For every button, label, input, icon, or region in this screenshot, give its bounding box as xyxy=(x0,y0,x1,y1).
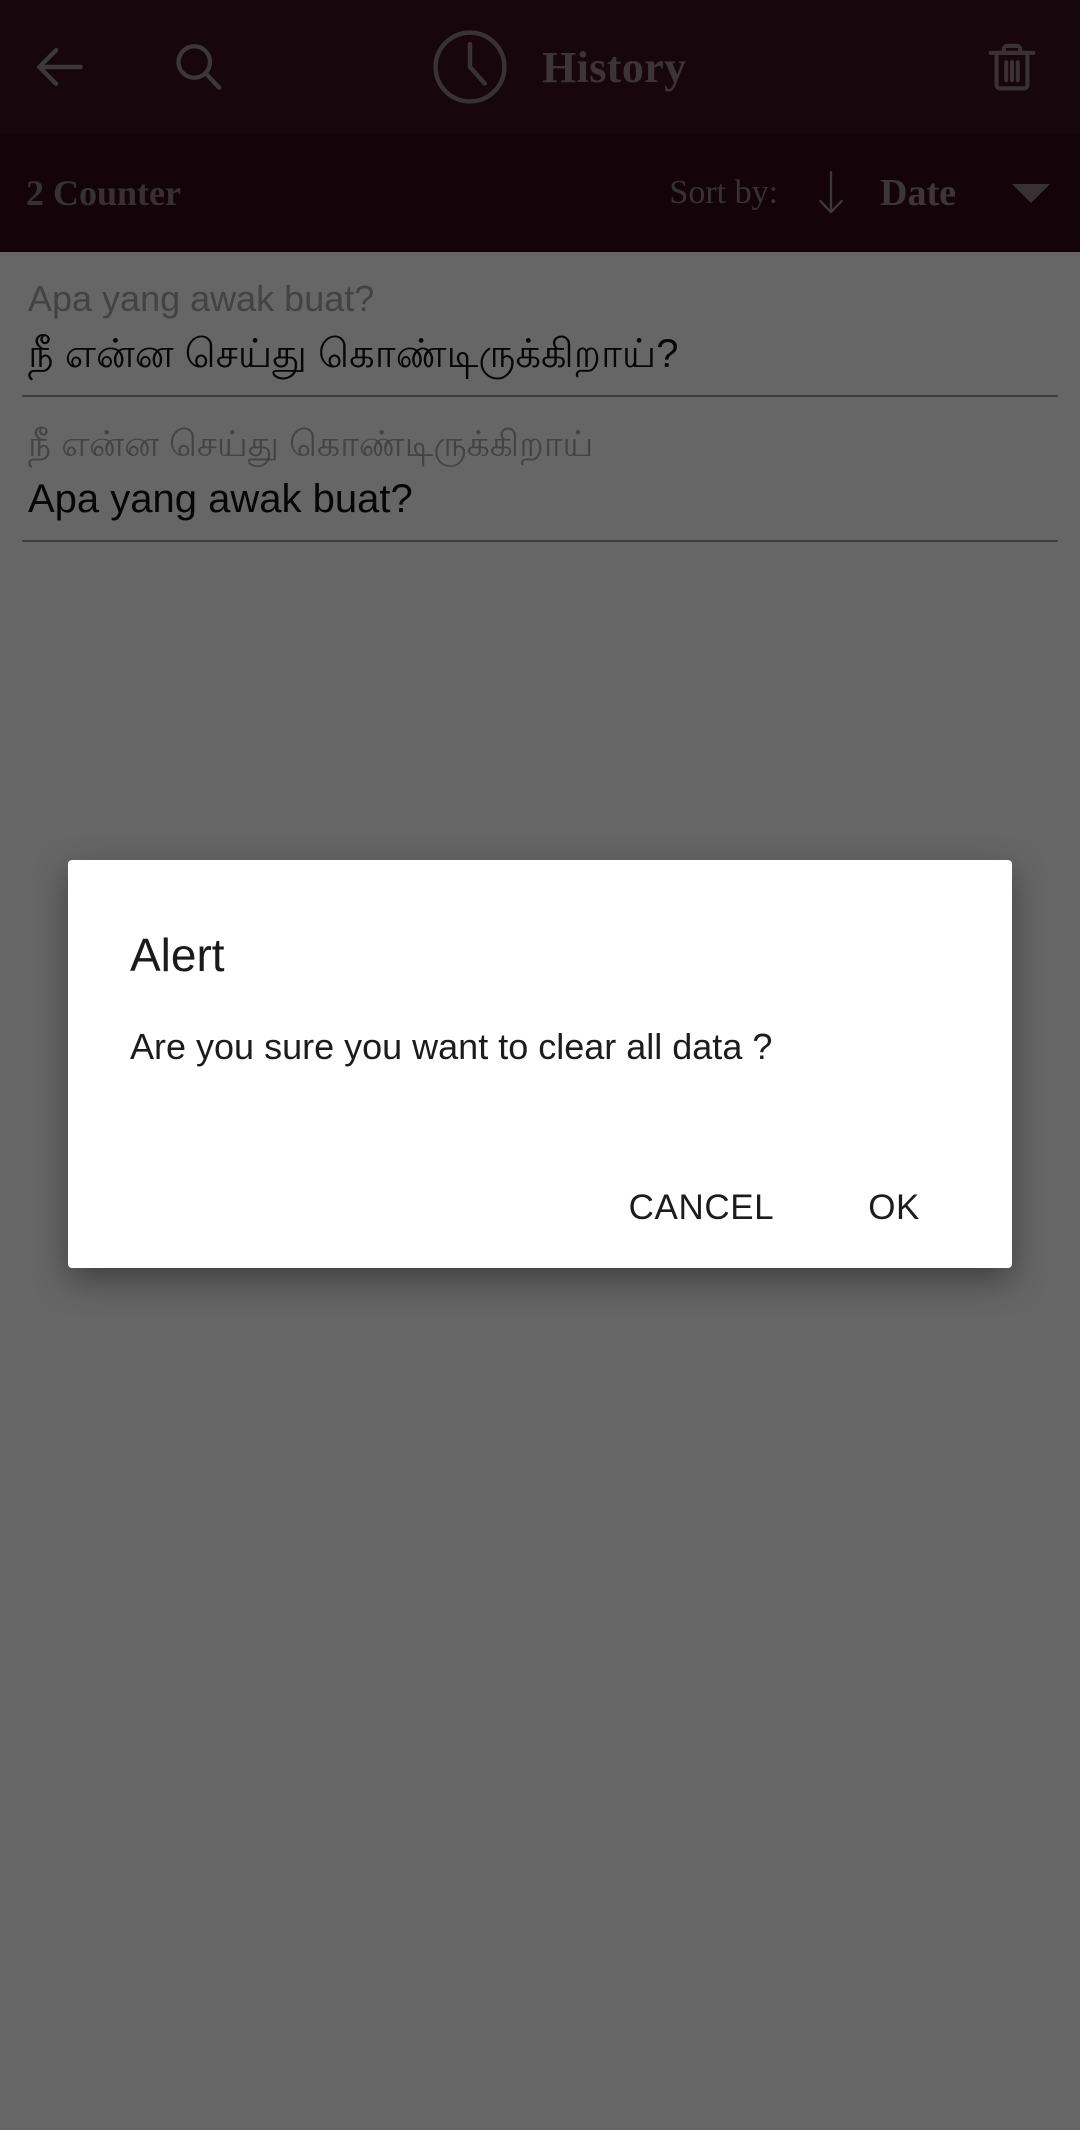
dialog-action-row: CANCEL OK xyxy=(68,1148,1012,1268)
alert-dialog: Alert Are you sure you want to clear all… xyxy=(68,860,1012,1268)
cancel-button[interactable]: CANCEL xyxy=(629,1188,775,1228)
ok-button[interactable]: OK xyxy=(868,1188,920,1228)
history-screen: History 2 Counter Sort by: xyxy=(0,0,1080,2130)
dialog-title: Alert xyxy=(130,929,225,981)
dialog-message: Are you sure you want to clear all data … xyxy=(130,1026,773,1067)
